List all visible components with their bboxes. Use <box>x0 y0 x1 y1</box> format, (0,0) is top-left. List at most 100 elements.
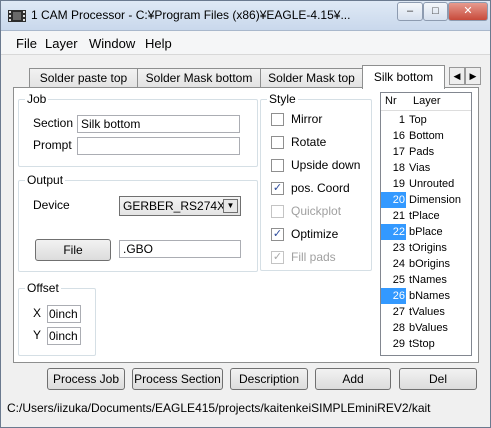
process-section-button[interactable]: Process Section <box>132 368 223 390</box>
layer-nr: 26 <box>381 288 406 304</box>
tab-solder-mask-bottom[interactable]: Solder Mask bottom <box>137 68 261 88</box>
layer-row[interactable]: 24 bOrigins <box>381 256 471 272</box>
output-group-label: Output <box>25 173 66 187</box>
layer-row[interactable]: 18 Vias <box>381 160 471 176</box>
description-button[interactable]: Description <box>230 368 308 390</box>
layer-name: Dimension <box>409 194 461 206</box>
layer-nr: 16 <box>392 130 405 142</box>
layer-row[interactable]: 29 tStop <box>381 336 471 352</box>
quickplot-check-box <box>271 205 284 218</box>
offset-y-input[interactable]: 0inch <box>47 327 81 345</box>
rotate-check-box[interactable] <box>271 136 284 149</box>
status-bar: C:/Users/iizuka/Documents/EAGLE415/proje… <box>7 401 431 415</box>
layer-row[interactable]: 22 bPlace <box>381 224 471 240</box>
optimize-label: Optimize <box>291 227 339 241</box>
close-button[interactable]: ✕ <box>448 2 488 21</box>
pos-coord-label: pos. Coord <box>291 181 350 195</box>
layer-name: tStop <box>409 338 435 350</box>
menu-window[interactable]: Window <box>89 36 135 51</box>
tab-solder-mask-top[interactable]: Solder Mask top <box>260 68 363 88</box>
maximize-button[interactable]: □ <box>423 2 448 21</box>
layer-nr: 25 <box>392 274 405 286</box>
layer-nr: 28 <box>392 322 405 334</box>
minimize-button[interactable]: – <box>397 2 423 21</box>
layer-nr: 1 <box>398 114 405 126</box>
offset-y-label: Y <box>33 328 42 342</box>
style-group: Style Mirror Rotate Upside down ✓ pos. C… <box>260 92 372 271</box>
layer-row[interactable]: 26 bNames <box>381 288 471 304</box>
layer-name: Unrouted <box>409 178 455 190</box>
layer-row[interactable]: 23 tOrigins <box>381 240 471 256</box>
section-label: Section <box>33 116 74 130</box>
prompt-input[interactable] <box>77 137 240 155</box>
mirror-check-box[interactable] <box>271 113 284 126</box>
layer-nr: 17 <box>392 146 405 158</box>
layer-row[interactable]: 28 bValues <box>381 320 471 336</box>
layer-list-header: Nr Layer <box>381 93 471 111</box>
layer-name: tNames <box>409 274 447 286</box>
layer-name: Bottom <box>409 130 444 142</box>
tab-scroll-left-button[interactable]: ◀ <box>449 67 465 85</box>
upside-down-label: Upside down <box>291 158 361 172</box>
offset-group-label: Offset <box>25 281 61 295</box>
tab-scroll-right-button[interactable]: ▶ <box>465 67 481 85</box>
tab-page: Job Section Silk bottom Prompt Output De… <box>13 87 479 363</box>
offset-x-input[interactable]: 0inch <box>47 305 81 323</box>
del-button[interactable]: Del <box>399 368 477 390</box>
title-bar[interactable]: 1 CAM Processor - C:¥Program Files (x86)… <box>1 1 490 31</box>
fill-pads-check-box: ✓ <box>271 251 284 264</box>
layer-row[interactable]: 1 Top <box>381 112 471 128</box>
job-group: Job Section Silk bottom Prompt <box>18 92 258 167</box>
header-layer: Layer <box>413 95 441 107</box>
cam-processor-window: 1 CAM Processor - C:¥Program Files (x86)… <box>0 0 491 428</box>
layer-name: bValues <box>409 322 448 334</box>
prompt-label: Prompt <box>33 138 72 152</box>
layer-row[interactable]: 27 tValues <box>381 304 471 320</box>
layer-name: bNames <box>409 290 450 302</box>
layer-row[interactable]: 19 Unrouted <box>381 176 471 192</box>
layer-name: Top <box>409 114 427 126</box>
window-title: 1 CAM Processor - C:¥Program Files (x86)… <box>31 8 351 22</box>
header-nr: Nr <box>385 95 397 107</box>
layer-nr: 23 <box>392 242 405 254</box>
upside-down-check-box[interactable] <box>271 159 284 172</box>
layer-nr: 29 <box>392 338 405 350</box>
tab-solder-paste-top[interactable]: Solder paste top <box>29 68 138 88</box>
layer-nr: 24 <box>392 258 405 270</box>
layer-name: Pads <box>409 146 435 158</box>
style-group-label: Style <box>267 92 298 106</box>
layer-name: tValues <box>409 306 445 318</box>
pos-coord-check-box[interactable]: ✓ <box>271 182 284 195</box>
layer-row[interactable]: 17 Pads <box>381 144 471 160</box>
layer-nr: 21 <box>392 210 405 222</box>
layer-nr: 27 <box>392 306 405 318</box>
tab-silk-bottom[interactable]: Silk bottom <box>362 65 445 89</box>
file-input[interactable]: .GBO <box>119 240 241 258</box>
menu-bar: File Layer Window Help <box>1 31 490 55</box>
optimize-check-box[interactable]: ✓ <box>271 228 284 241</box>
layer-row[interactable]: 16 Bottom <box>381 128 471 144</box>
job-group-label: Job <box>25 92 49 106</box>
app-icon <box>8 10 26 22</box>
layer-name: bOrigins <box>409 258 450 270</box>
menu-help[interactable]: Help <box>145 36 172 51</box>
layer-name: tOrigins <box>409 242 447 254</box>
layer-row[interactable]: 25 tNames <box>381 272 471 288</box>
layer-list[interactable]: Nr Layer 1 Top 16 Bottom 17 Pads 18 Vias 19 Unrou… <box>380 92 472 356</box>
process-job-button[interactable]: Process Job <box>47 368 125 390</box>
menu-file[interactable]: File <box>16 36 37 51</box>
menu-layer[interactable]: Layer <box>45 36 78 51</box>
file-button[interactable]: File <box>35 239 111 261</box>
add-button[interactable]: Add <box>315 368 391 390</box>
layer-name: Vias <box>409 162 431 174</box>
layer-row[interactable]: 20 Dimension <box>381 192 471 208</box>
section-input[interactable]: Silk bottom <box>77 115 240 133</box>
layer-name: tPlace <box>409 210 440 222</box>
mirror-label: Mirror <box>291 112 323 126</box>
layer-row[interactable]: 21 tPlace <box>381 208 471 224</box>
device-label: Device <box>33 198 70 212</box>
rotate-label: Rotate <box>291 135 327 149</box>
chevron-down-icon[interactable]: ▼ <box>223 199 238 213</box>
device-select[interactable]: GERBER_RS274X ▼ <box>119 196 241 216</box>
offset-x-label: X <box>33 306 42 320</box>
